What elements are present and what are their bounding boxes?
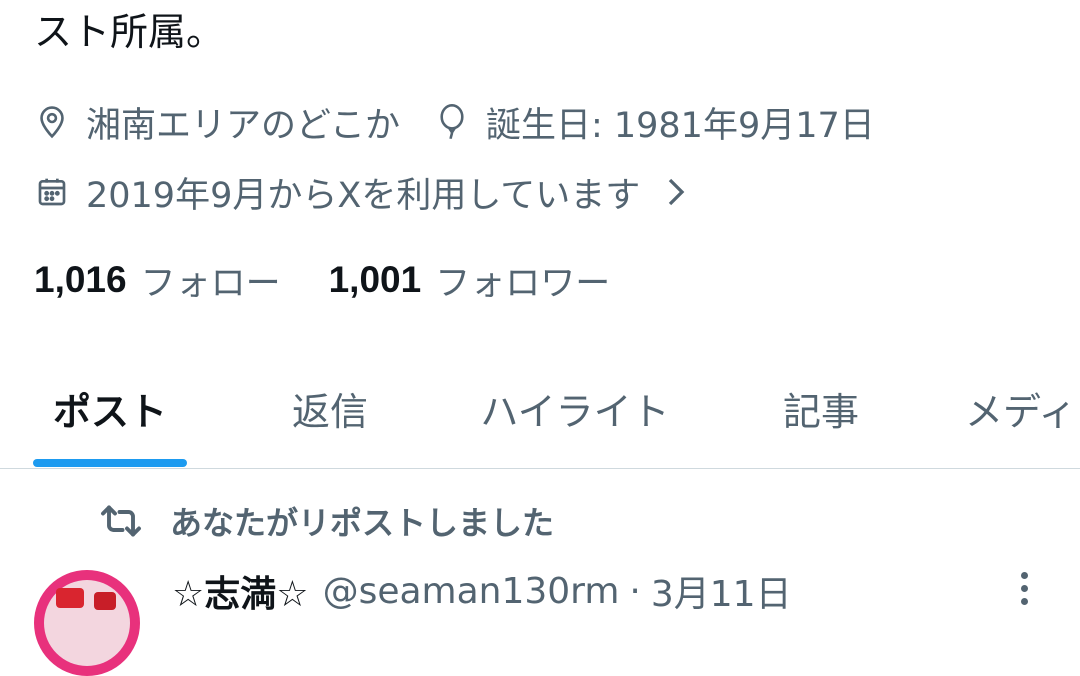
tab-articles[interactable]: 記事 <box>768 348 874 468</box>
follow-stats: 1,016 フォロー 1,001 フォロワー <box>34 252 610 308</box>
tab-replies[interactable]: 返信 <box>270 348 390 468</box>
tab-media[interactable]: メディア <box>965 348 1080 468</box>
location-item: 湘南エリアのどこか <box>34 97 400 148</box>
bio-tail: スト所属。 <box>34 10 225 54</box>
tabs-divider <box>0 468 1080 469</box>
post-display-name[interactable]: ☆志満☆ <box>172 565 309 617</box>
repost-icon <box>100 501 144 541</box>
following-label: フォロー <box>140 263 281 304</box>
profile-tabs: ポスト 返信 ハイライト 記事 メディア <box>0 348 1080 468</box>
birthday-item: 誕生日: 1981年9月17日 <box>434 97 875 148</box>
tab-highlights[interactable]: ハイライト <box>462 348 688 468</box>
more-vertical-icon[interactable] <box>1016 572 1032 612</box>
following-link[interactable]: 1,016 フォロー <box>34 255 281 306</box>
chevron-right-icon <box>666 177 686 207</box>
location-pin-icon <box>34 104 70 140</box>
calendar-icon <box>34 174 70 210</box>
birthday-text: 誕生日: 1981年9月17日 <box>485 105 875 146</box>
repost-label: あなたがリポストしました <box>170 504 555 542</box>
post-separator: · <box>629 570 641 612</box>
post-handle[interactable]: @seaman130rm <box>323 571 620 612</box>
repost-context: あなたがリポストしました <box>100 497 554 545</box>
joined-row[interactable]: 2019年9月からXを利用しています <box>34 166 686 218</box>
avatar[interactable] <box>34 570 140 676</box>
location-text: 湘南エリアのどこか <box>86 105 400 146</box>
post-header: ☆志満☆ @seaman130rm · 3月11日 <box>172 566 792 616</box>
active-tab-indicator <box>33 459 187 467</box>
tab-posts[interactable]: ポスト <box>33 348 187 468</box>
following-count: 1,016 <box>34 259 127 300</box>
post-date[interactable]: 3月11日 <box>651 565 792 617</box>
balloon-icon <box>434 104 470 140</box>
joined-text: 2019年9月からXを利用しています <box>86 175 641 216</box>
followers-link[interactable]: 1,001 フォロワー <box>329 255 611 306</box>
followers-count: 1,001 <box>328 259 422 300</box>
followers-label: フォロワー <box>435 263 611 304</box>
profile-meta-row: 湘南エリアのどこか 誕生日: 1981年9月17日 <box>34 96 875 148</box>
